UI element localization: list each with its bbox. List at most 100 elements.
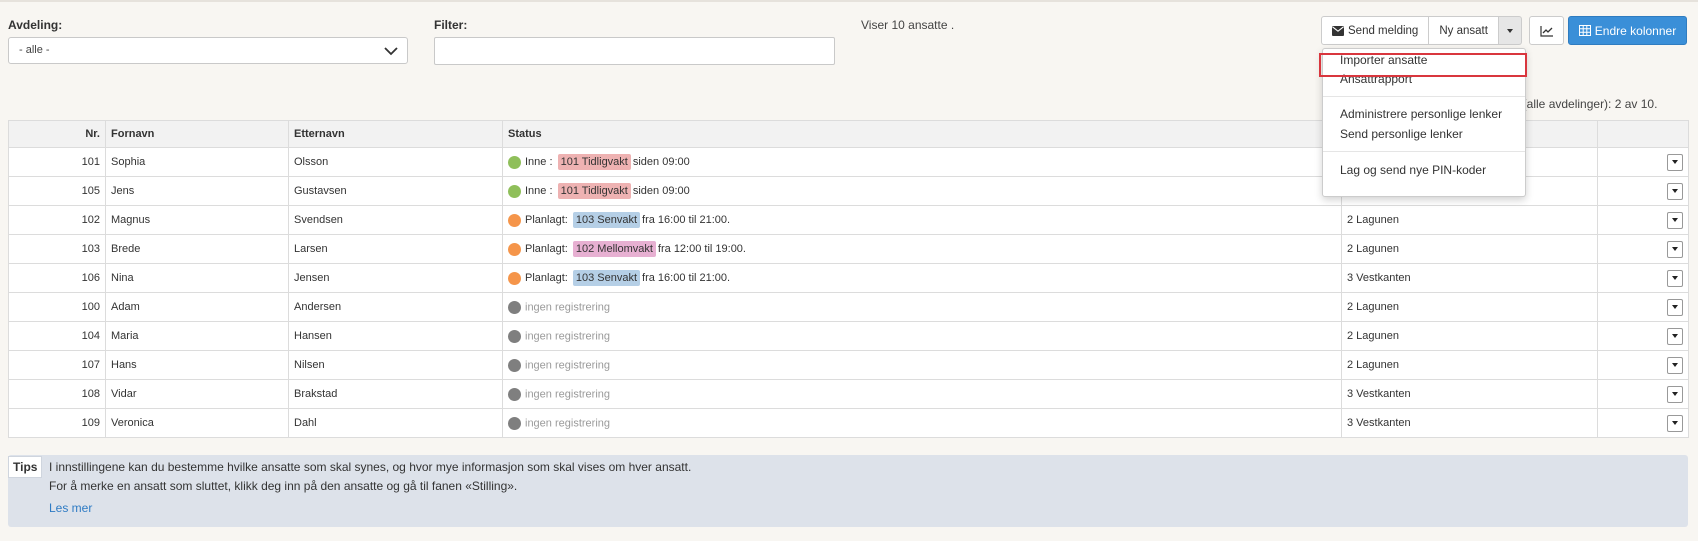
row-menu-button[interactable] — [1667, 240, 1683, 258]
menu-divider — [1323, 96, 1525, 97]
cell-last-name: Hansen — [288, 321, 503, 351]
status-dot-icon — [508, 184, 521, 198]
cell-nr: 109 — [8, 408, 106, 438]
row-menu-button[interactable] — [1667, 269, 1683, 287]
cell-nr: 104 — [8, 321, 106, 351]
row-menu-button[interactable] — [1667, 211, 1683, 229]
caret-down-icon — [1672, 421, 1678, 425]
department-select[interactable]: - alle - — [8, 37, 408, 64]
cell-status: ingen registrering — [502, 379, 1342, 409]
caret-down-icon — [1672, 363, 1678, 367]
cell-nr: 100 — [8, 292, 106, 322]
department-select-value: - alle - — [19, 44, 50, 56]
status-dot-icon — [508, 271, 521, 285]
highlight-box — [1319, 53, 1527, 77]
row-menu-button[interactable] — [1667, 327, 1683, 345]
caret-down-icon — [1506, 28, 1513, 33]
cell-actions — [1597, 147, 1689, 177]
cell-status: ingen registrering — [502, 321, 1342, 351]
caret-down-icon — [1672, 218, 1678, 222]
menu-item-send-personal-links[interactable]: Send personlige lenker — [1340, 127, 1463, 141]
cell-first-name: Brede — [105, 234, 289, 264]
cell-last-name: Brakstad — [288, 379, 503, 409]
table-row[interactable]: 109 Veronica Dahl ingen registrering 3 Vestk… — [8, 408, 1689, 438]
cell-nr: 106 — [8, 263, 106, 293]
envelope-icon — [1332, 25, 1344, 36]
shift-time: fra 16:00 til 21:00. — [642, 272, 731, 284]
cell-department: 3 Vestkanten — [1341, 263, 1598, 293]
row-menu-button[interactable] — [1667, 356, 1683, 374]
cell-actions — [1597, 350, 1689, 380]
row-menu-button[interactable] — [1667, 153, 1683, 171]
cell-last-name: Nilsen — [288, 350, 503, 380]
shift-badge: 102 Mellomvakt — [572, 241, 656, 257]
cell-status: ingen registrering — [502, 292, 1342, 322]
shift-badge: 103 Senvakt — [572, 212, 641, 228]
change-columns-button[interactable]: Endre kolonner — [1568, 16, 1687, 45]
cell-department: 2 Lagunen — [1341, 205, 1598, 235]
menu-item-manage-personal-links[interactable]: Administrere personlige lenker — [1340, 107, 1502, 121]
cell-status: ingen registrering — [502, 350, 1342, 380]
cell-first-name: Nina — [105, 263, 289, 293]
caret-down-icon — [1672, 392, 1678, 396]
status-dot-icon — [508, 416, 521, 430]
cell-status: Planlagt: 102 Mellomvakt fra 12:00 til 19… — [502, 234, 1342, 264]
cell-nr: 107 — [8, 350, 106, 380]
status-text: ingen registrering — [525, 417, 610, 429]
table-row[interactable]: 106 Nina Jensen Planlagt: 103 Senvakt fra 16… — [8, 263, 1689, 293]
caret-down-icon — [1672, 276, 1678, 280]
menu-item-create-send-pin-codes[interactable]: Lag og send nye PIN-koder — [1340, 163, 1486, 177]
cell-last-name: Larsen — [288, 234, 503, 264]
cell-status: Inne : 101 Tidligvakt siden 09:00 — [502, 147, 1342, 177]
tips-line-2: For å merke en ansatt som sluttet, klikk… — [49, 479, 518, 493]
row-menu-button[interactable] — [1667, 182, 1683, 200]
statistics-button[interactable] — [1529, 16, 1564, 45]
row-menu-button[interactable] — [1667, 385, 1683, 403]
table-row[interactable]: 102 Magnus Svendsen Planlagt: 103 Senvakt fr… — [8, 205, 1689, 235]
status-dot-icon — [508, 213, 521, 227]
new-employee-dropdown-toggle[interactable] — [1498, 16, 1522, 45]
table-row[interactable]: 104 Maria Hansen ingen registrering 2 Lagune… — [8, 321, 1689, 351]
cell-first-name: Hans — [105, 350, 289, 380]
cell-nr: 105 — [8, 176, 106, 206]
header-first-name[interactable]: Fornavn — [105, 120, 289, 148]
cell-actions — [1597, 379, 1689, 409]
table-grid-icon — [1578, 25, 1591, 36]
header-status[interactable]: Status — [502, 120, 1342, 148]
cell-actions — [1597, 234, 1689, 264]
status-text: ingen registrering — [525, 301, 610, 313]
shift-badge: 101 Tidligvakt — [557, 154, 631, 170]
status-text: ingen registrering — [525, 388, 610, 400]
row-menu-button[interactable] — [1667, 298, 1683, 316]
caret-down-icon — [1672, 189, 1678, 193]
filter-input[interactable] — [434, 37, 835, 65]
header-last-name[interactable]: Etternavn — [288, 120, 503, 148]
table-row[interactable]: 107 Hans Nilsen ingen registrering 2 Lagunen — [8, 350, 1689, 380]
status-dot-icon — [508, 329, 521, 343]
read-more-link[interactable]: Les mer — [49, 501, 92, 515]
cell-department: 2 Lagunen — [1341, 350, 1598, 380]
status-text: Planlagt: — [525, 272, 568, 284]
send-message-button[interactable]: Send melding — [1321, 16, 1430, 45]
cell-nr: 102 — [8, 205, 106, 235]
cell-status: Inne : 101 Tidligvakt siden 09:00 — [502, 176, 1342, 206]
send-message-label: Send melding — [1348, 24, 1419, 37]
cell-actions — [1597, 205, 1689, 235]
row-menu-button[interactable] — [1667, 414, 1683, 432]
cell-department: 2 Lagunen — [1341, 292, 1598, 322]
table-row[interactable]: 108 Vidar Brakstad ingen registrering 3 Vest… — [8, 379, 1689, 409]
caret-down-icon — [1672, 305, 1678, 309]
cell-department: 3 Vestkanten — [1341, 379, 1598, 409]
tips-panel: Tips I innstillingene kan du bestemme hv… — [8, 455, 1688, 527]
status-text: Inne : — [525, 185, 553, 197]
cell-actions — [1597, 176, 1689, 206]
header-nr[interactable]: Nr. — [8, 120, 106, 148]
new-employee-button[interactable]: Ny ansatt — [1429, 16, 1499, 45]
cell-actions — [1597, 263, 1689, 293]
cell-status: ingen registrering — [502, 408, 1342, 438]
table-row[interactable]: 103 Brede Larsen Planlagt: 102 Mellomvakt fr… — [8, 234, 1689, 264]
cell-first-name: Vidar — [105, 379, 289, 409]
caret-down-icon — [1672, 247, 1678, 251]
cell-first-name: Veronica — [105, 408, 289, 438]
table-row[interactable]: 100 Adam Andersen ingen registrering 2 Lagun… — [8, 292, 1689, 322]
